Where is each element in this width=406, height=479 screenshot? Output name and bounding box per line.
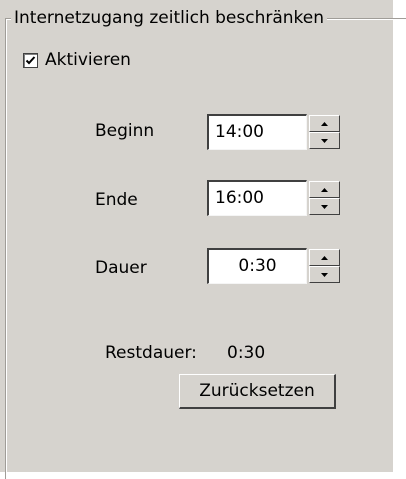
arrow-up-icon bbox=[321, 255, 328, 260]
restdauer-label: Restdauer: bbox=[105, 343, 197, 363]
dauer-input[interactable]: 0:30 bbox=[207, 248, 307, 284]
checkmark-icon bbox=[25, 55, 36, 64]
reset-button[interactable]: Zurücksetzen bbox=[179, 374, 336, 409]
dauer-label: Dauer bbox=[95, 258, 147, 278]
beginn-spin-up[interactable] bbox=[309, 115, 340, 132]
dauer-spin-down[interactable] bbox=[309, 266, 340, 283]
arrow-down-icon bbox=[321, 138, 328, 143]
activate-checkbox[interactable] bbox=[23, 52, 38, 68]
dauer-spin-up[interactable] bbox=[309, 249, 340, 266]
arrow-down-icon bbox=[321, 272, 328, 277]
activate-checkbox-row[interactable]: Aktivieren bbox=[23, 50, 131, 70]
beginn-spin-down[interactable] bbox=[309, 132, 340, 149]
ende-spinner[interactable] bbox=[309, 181, 340, 215]
restdauer-value: 0:30 bbox=[227, 343, 266, 363]
ende-input[interactable]: 16:00 bbox=[207, 180, 307, 216]
beginn-spinner[interactable] bbox=[309, 115, 340, 149]
arrow-down-icon bbox=[321, 204, 328, 209]
beginn-label: Beginn bbox=[95, 121, 155, 141]
arrow-up-icon bbox=[321, 187, 328, 192]
arrow-up-icon bbox=[321, 121, 328, 126]
ende-label: Ende bbox=[95, 190, 138, 210]
ende-spin-down[interactable] bbox=[309, 198, 340, 215]
ende-spin-up[interactable] bbox=[309, 181, 340, 198]
reset-button-label: Zurücksetzen bbox=[199, 381, 315, 401]
time-limit-groupbox bbox=[5, 18, 406, 479]
settings-panel: Internetzugang zeitlich beschränken Akti… bbox=[0, 0, 406, 479]
activate-label: Aktivieren bbox=[45, 50, 131, 70]
dauer-spinner[interactable] bbox=[309, 249, 340, 283]
group-title: Internetzugang zeitlich beschränken bbox=[11, 8, 328, 28]
beginn-input[interactable]: 14:00 bbox=[207, 114, 307, 150]
